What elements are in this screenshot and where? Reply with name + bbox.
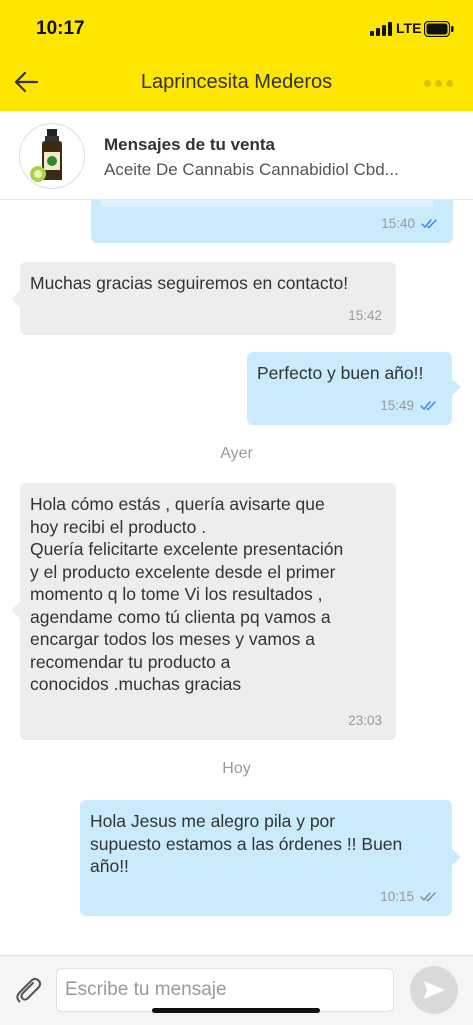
message-text: Muchas gracias seguiremos en contacto!	[30, 273, 349, 293]
message-input[interactable]	[56, 968, 394, 1012]
product-card-title: Mensajes de tu venta	[104, 135, 276, 154]
home-indicator	[152, 1008, 320, 1013]
double-check-read-icon	[420, 401, 436, 411]
message-time: 10:15	[380, 888, 414, 904]
message-bubble-outgoing[interactable]: Perfecto y buen año!! 15:49	[247, 352, 461, 425]
more-options-button[interactable]	[418, 72, 458, 94]
send-icon	[424, 981, 445, 999]
paperclip-icon	[16, 977, 42, 1003]
message-time: 15:42	[348, 307, 382, 323]
message-bubble-outgoing[interactable]: 15:40	[91, 200, 453, 243]
product-card[interactable]: Mensajes de tu venta Aceite De Cannabis …	[0, 111, 473, 200]
message-time: 23:03	[348, 712, 382, 728]
message-text: Hola cómo estás , quería avisarte que ho…	[30, 494, 344, 694]
product-thumbnail	[19, 123, 85, 189]
back-button[interactable]	[10, 66, 42, 98]
day-separator: Hoy	[222, 760, 251, 777]
message-meta: 10:15	[380, 886, 438, 909]
message-meta: 23:03	[348, 710, 382, 733]
signal-icon	[370, 22, 392, 36]
app-header: 10:17 LTE Laprincesita Mederos	[0, 0, 473, 111]
message-bubble-outgoing[interactable]: Hola Jesus me alegro pila y por supuesto…	[80, 800, 461, 916]
message-meta: 15:49	[380, 395, 438, 418]
network-type: LTE	[396, 20, 422, 36]
message-bubble-incoming[interactable]: Hola cómo estás , quería avisarte que ho…	[11, 483, 396, 740]
message-time: 15:40	[381, 215, 415, 231]
product-name: Aceite De Cannabis Cannabidiol Cbd...	[104, 160, 399, 179]
arrow-left-icon	[14, 71, 39, 93]
message-composer	[0, 955, 473, 1025]
product-bottle-image	[30, 129, 62, 182]
day-separator: Ayer	[220, 445, 253, 462]
message-text: Hola Jesus me alegro pila y por supuesto…	[90, 811, 403, 876]
message-text: Perfecto y buen año!!	[257, 363, 424, 383]
status-time: 10:17	[36, 18, 85, 39]
message-time: 15:49	[380, 397, 414, 413]
chat-thread[interactable]: 15:40 Muchas gracias seguiremos en conta…	[0, 200, 473, 955]
double-check-delivered-icon	[420, 892, 436, 902]
send-button[interactable]	[410, 966, 458, 1014]
conversation-title: Laprincesita Mederos	[140, 71, 333, 93]
message-bubble-incoming[interactable]: Muchas gracias seguiremos en contacto! 1…	[11, 262, 396, 335]
battery-icon	[424, 21, 454, 37]
message-meta: 15:40	[381, 213, 439, 236]
message-meta: 15:42	[348, 305, 382, 328]
double-check-read-icon	[421, 219, 437, 229]
attach-button[interactable]	[12, 974, 44, 1006]
status-bar: 10:17 LTE	[0, 0, 473, 58]
message-attachment-card	[101, 200, 433, 207]
more-dots-icon	[423, 79, 431, 87]
